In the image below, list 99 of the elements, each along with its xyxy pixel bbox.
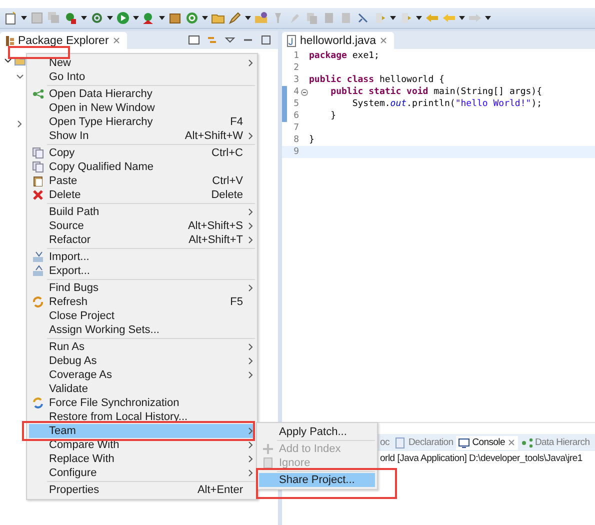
hierarchy-icon — [32, 88, 44, 100]
line-number: 5 — [292, 99, 299, 109]
copy-icon — [32, 161, 44, 173]
close-icon — [506, 438, 516, 447]
delete-icon — [32, 189, 44, 201]
menu-item[interactable]: Paste Ctrl+V — [29, 174, 255, 188]
file-name: helloworld.java — [300, 34, 376, 46]
menu-item[interactable]: Force File Synchronization — [29, 396, 255, 410]
gear-icon[interactable] — [90, 11, 104, 25]
code-text: public class helloworld { — [309, 75, 444, 85]
console-icon — [458, 436, 470, 448]
menu-item[interactable]: Refactor Alt+Shift+T — [29, 233, 255, 247]
dropdown-caret-icon[interactable] — [459, 16, 465, 20]
menu-item[interactable]: Delete Delete — [29, 188, 255, 202]
menu-item[interactable]: Coverage As — [29, 368, 255, 382]
menu-item[interactable]: New — [29, 56, 255, 70]
menu-item[interactable]: Source Alt+Shift+S — [29, 219, 255, 233]
link-icon — [206, 34, 218, 46]
dropdown-caret-icon[interactable] — [390, 16, 396, 20]
export-icon — [32, 265, 44, 277]
java-file-icon — [286, 34, 297, 46]
panel-tab[interactable]: Console — [456, 436, 518, 450]
menu-item[interactable]: Validate — [29, 382, 255, 396]
document-icon — [262, 457, 274, 469]
import-icon — [32, 251, 44, 263]
pencil-icon[interactable] — [228, 11, 242, 25]
view-tab[interactable]: Package Explorer — [0, 32, 127, 49]
view-title: Package Explorer — [18, 34, 109, 46]
menu-item[interactable]: Open Data Hierarchy — [29, 87, 255, 101]
chevron-right-icon — [16, 120, 23, 128]
line-number: 4 — [292, 87, 299, 97]
annotation-frame — [8, 46, 70, 59]
dropdown-caret-icon[interactable] — [416, 16, 422, 20]
menu-item[interactable]: Assign Working Sets... — [29, 323, 255, 337]
menu-item[interactable]: Team — [29, 424, 255, 438]
maximize-icon — [260, 34, 272, 46]
menu-item[interactable]: Show In Alt+Shift+W — [29, 129, 255, 143]
menu-item[interactable]: Configure — [29, 466, 255, 480]
menu-item[interactable]: Debug As — [29, 354, 255, 368]
code-text: } — [309, 135, 314, 145]
menu-item[interactable]: Share Project... — [259, 473, 375, 487]
plus-icon — [262, 443, 274, 455]
dropdown-caret-icon[interactable] — [202, 16, 208, 20]
chevron-down-icon — [16, 72, 24, 80]
code-text: public static void main(String[] args){ — [330, 87, 542, 97]
panel-tab[interactable]: oc — [378, 436, 392, 449]
package-explorer-icon — [4, 34, 15, 46]
line-number: 7 — [292, 123, 299, 133]
menu-item[interactable]: Copy Ctrl+C — [29, 146, 255, 160]
menu-item[interactable]: Open Type Hierarchy F4 — [29, 115, 255, 129]
menu-item[interactable]: Restore from Local History... — [29, 410, 255, 424]
code-text: System.out.println("hello World!"); — [351, 99, 542, 109]
new-file-icon[interactable] — [4, 11, 18, 25]
sync-icon — [32, 397, 44, 409]
chevron-down-icon — [4, 56, 12, 64]
declaration-icon — [394, 436, 406, 448]
menu-item[interactable]: Build Path — [29, 205, 255, 219]
dropdown-caret-icon[interactable] — [245, 16, 251, 20]
line-number: 2 — [292, 63, 299, 73]
code-text: } — [330, 111, 336, 121]
fold-icon — [300, 88, 308, 96]
code-text: package exe1; — [309, 51, 380, 61]
menu-item[interactable]: Open in New Window — [29, 101, 255, 115]
console-text: orld [Java Application] D:\developer_tools\Java\jre1 — [380, 452, 582, 464]
menu-item[interactable]: Find Bugs — [29, 281, 255, 295]
collapse-all-icon — [188, 34, 200, 46]
menu-item[interactable]: Run As — [29, 340, 255, 354]
refresh-icon — [32, 296, 44, 308]
line-number: 3 — [292, 75, 299, 85]
menu-item[interactable]: Close Project — [29, 309, 255, 323]
paste-icon — [32, 175, 44, 187]
panel-tab[interactable]: Data Hierarch — [518, 436, 592, 450]
hierarchy-icon — [520, 436, 533, 448]
dropdown-caret-icon[interactable] — [107, 16, 113, 20]
panel-tab[interactable]: Declaration — [392, 436, 456, 450]
close-icon — [112, 36, 121, 45]
debug-icon[interactable] — [64, 11, 78, 25]
dropdown-caret-icon[interactable] — [21, 16, 27, 20]
menu-item[interactable]: Go Into — [29, 70, 255, 84]
copy-icon — [32, 147, 44, 159]
menu-item[interactable]: Properties Alt+Enter — [29, 483, 255, 497]
menu-item[interactable]: Export... — [29, 264, 255, 278]
editor-tab[interactable]: helloworld.java — [282, 32, 394, 49]
menu-item[interactable]: Copy Qualified Name — [29, 160, 255, 174]
dropdown-caret-icon[interactable] — [133, 16, 139, 20]
folder-icon[interactable] — [254, 11, 268, 25]
dropdown-caret-icon[interactable] — [81, 16, 87, 20]
line-number: 9 — [292, 147, 299, 157]
line-number: 8 — [292, 135, 299, 145]
dropdown-caret-icon[interactable] — [159, 16, 165, 20]
menu-item[interactable]: Apply Patch... — [259, 425, 375, 439]
menu-item[interactable]: Import... — [29, 250, 255, 264]
line-number: 1 — [292, 51, 299, 61]
dropdown-caret-icon[interactable] — [485, 16, 491, 20]
menu-item[interactable]: Replace With — [29, 452, 255, 466]
run-icon[interactable] — [116, 11, 130, 25]
close-icon — [379, 36, 388, 45]
menu-item[interactable]: Refresh F5 — [29, 295, 255, 309]
line-number: 6 — [292, 111, 299, 121]
